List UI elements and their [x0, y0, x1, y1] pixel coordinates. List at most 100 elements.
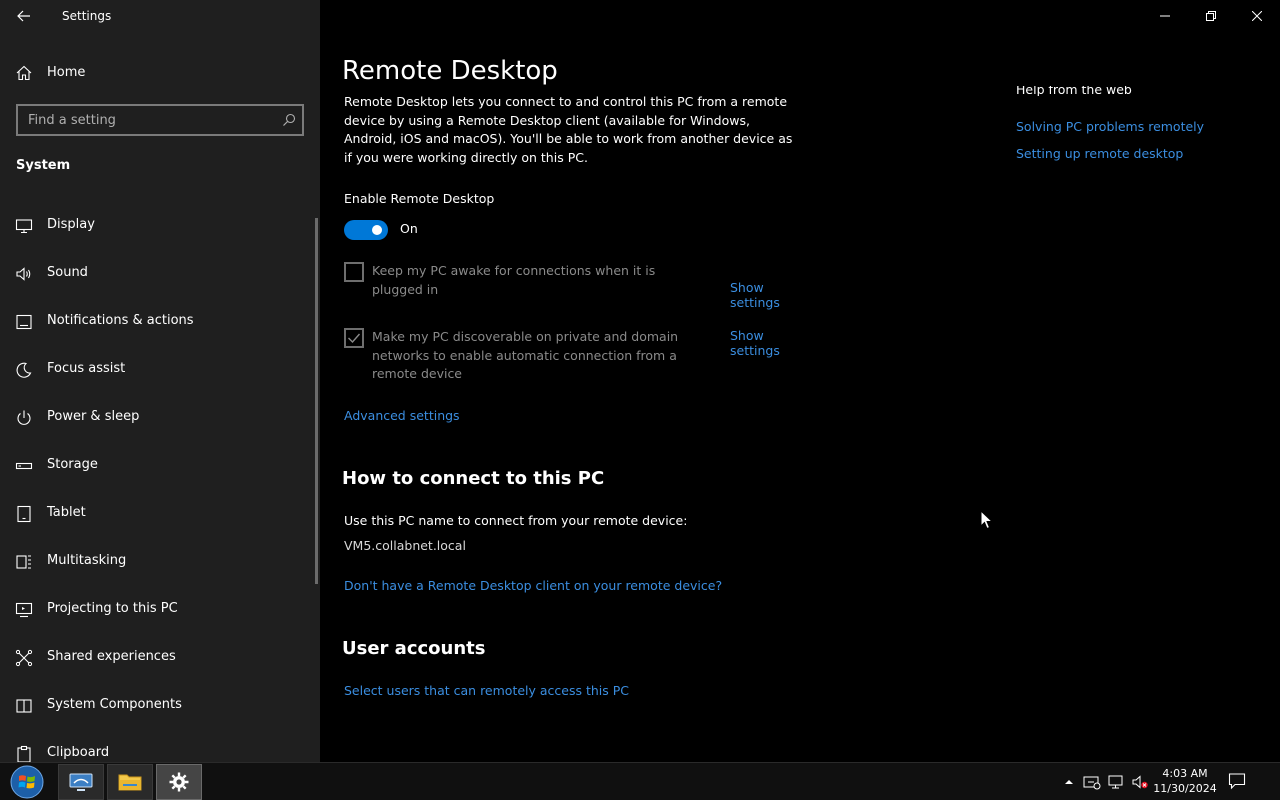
focus-assist-icon	[16, 362, 32, 378]
chevron-up-icon	[1065, 780, 1073, 784]
back-button[interactable]	[8, 0, 40, 32]
back-arrow-icon	[17, 10, 30, 22]
sidebar-item-label: Multitasking	[47, 553, 127, 568]
sound-icon	[16, 267, 31, 281]
sidebar-item-label: Focus assist	[47, 361, 126, 376]
close-icon	[1252, 11, 1262, 21]
help-title: Help from the web	[1016, 86, 1132, 96]
pc-name-value: VM5.collabnet.local	[344, 538, 466, 553]
taskbar-app-settings[interactable]	[156, 764, 202, 800]
select-users-link[interactable]: Select users that can remotely access th…	[344, 683, 629, 698]
sidebar-item-home[interactable]: Home	[0, 57, 320, 89]
storage-icon	[15, 462, 33, 470]
gear-icon	[169, 772, 189, 792]
title-bar: Settings	[0, 0, 320, 32]
defender-icon	[1083, 776, 1101, 790]
notifications-icon	[16, 314, 32, 330]
search-input[interactable]	[28, 111, 268, 129]
minimize-button[interactable]	[1142, 0, 1188, 32]
keep-awake-checkbox[interactable]	[344, 262, 364, 282]
minimize-icon	[1160, 15, 1170, 17]
sidebar-item-power-sleep[interactable]: Power & sleep	[0, 401, 316, 449]
action-center-icon[interactable]	[1228, 772, 1246, 790]
discoverable-option: Make my PC discoverable on private and d…	[344, 328, 804, 384]
checkmark-icon	[348, 333, 361, 344]
sidebar-item-tablet[interactable]: Tablet	[0, 497, 316, 545]
remote-desktop-app-icon	[69, 773, 93, 791]
projecting-icon	[15, 602, 33, 618]
help-title-text: Help from the web	[1016, 86, 1132, 96]
help-link-solving-problems[interactable]: Solving PC problems remotely	[1016, 119, 1204, 134]
sidebar-item-label: System Components	[47, 697, 182, 712]
folder-icon	[118, 774, 142, 791]
window-controls	[1142, 0, 1280, 32]
keep-awake-show-settings-link[interactable]: Show settings	[730, 280, 804, 310]
display-icon	[15, 219, 33, 234]
windows-logo-icon	[10, 765, 44, 799]
mouse-cursor-icon	[980, 510, 994, 530]
clock-time: 4:03 AM	[1162, 767, 1208, 780]
advanced-settings-link[interactable]: Advanced settings	[344, 408, 460, 423]
main-content: Remote Desktop Remote Desktop lets you c…	[320, 0, 1280, 762]
nav-list: Display Sound Notifications & actions Fo…	[0, 209, 316, 762]
no-client-link[interactable]: Don't have a Remote Desktop client on yo…	[344, 578, 722, 593]
sidebar-item-label: Projecting to this PC	[47, 601, 178, 616]
discoverable-checkbox[interactable]	[344, 328, 364, 348]
tablet-icon	[17, 505, 31, 523]
keep-awake-option: Keep my PC awake for connections when it…	[344, 262, 804, 310]
discoverable-label: Make my PC discoverable on private and d…	[372, 329, 679, 381]
page-title: Remote Desktop	[342, 56, 558, 86]
search-icon[interactable]	[282, 113, 296, 127]
section-title: System	[16, 158, 71, 173]
taskbar-app-remote-desktop[interactable]	[58, 764, 104, 800]
clipboard-icon	[17, 745, 31, 762]
window-title: Settings	[62, 9, 112, 23]
sidebar-item-system-components[interactable]: System Components	[0, 689, 316, 737]
sidebar-item-label: Tablet	[47, 505, 86, 520]
show-hidden-icons-button[interactable]	[1060, 773, 1078, 791]
use-pc-name-text: Use this PC name to connect from your re…	[344, 513, 688, 528]
taskbar: 4:03 AM 11/30/2024	[0, 762, 1280, 800]
home-icon	[16, 65, 32, 81]
tray-volume-icon[interactable]	[1131, 773, 1149, 791]
sidebar-item-shared-experiences[interactable]: Shared experiences	[0, 641, 316, 689]
sidebar-item-label: Storage	[47, 457, 98, 472]
taskbar-app-file-explorer[interactable]	[107, 764, 153, 800]
network-icon	[1108, 775, 1123, 789]
close-button[interactable]	[1234, 0, 1280, 32]
tray-security-icon[interactable]	[1083, 773, 1101, 791]
sidebar-scrollbar[interactable]	[315, 218, 318, 584]
sidebar-item-notifications[interactable]: Notifications & actions	[0, 305, 316, 353]
restore-button[interactable]	[1188, 0, 1234, 32]
help-link-setting-up[interactable]: Setting up remote desktop	[1016, 146, 1183, 161]
restore-icon	[1206, 11, 1216, 21]
sidebar-item-label: Shared experiences	[47, 649, 176, 664]
sidebar-item-label: Clipboard	[47, 745, 110, 760]
sidebar-item-clipboard[interactable]: Clipboard	[0, 737, 316, 762]
tray-network-icon[interactable]	[1107, 773, 1125, 791]
toggle-state-label: On	[400, 221, 418, 236]
enable-remote-desktop-label: Enable Remote Desktop	[344, 191, 495, 206]
power-icon	[17, 410, 31, 425]
sidebar-item-label: Home	[47, 65, 86, 80]
sidebar-item-storage[interactable]: Storage	[0, 449, 316, 497]
enable-remote-desktop-toggle[interactable]	[344, 220, 388, 240]
sidebar-item-multitasking[interactable]: Multitasking	[0, 545, 316, 593]
system-components-icon	[16, 699, 32, 713]
sidebar-item-projecting[interactable]: Projecting to this PC	[0, 593, 316, 641]
search-box[interactable]	[16, 104, 304, 136]
toggle-knob	[372, 225, 382, 235]
sidebar-item-label: Display	[47, 217, 95, 232]
sidebar-item-focus-assist[interactable]: Focus assist	[0, 353, 316, 401]
sidebar-item-label: Notifications & actions	[47, 313, 194, 328]
sidebar: Settings Home System Display Sound Notif…	[0, 0, 320, 762]
keep-awake-label: Keep my PC awake for connections when it…	[372, 263, 656, 297]
sidebar-item-label: Sound	[47, 265, 88, 280]
description-text: Remote Desktop lets you connect to and c…	[344, 94, 793, 165]
discoverable-show-settings-link[interactable]: Show settings	[730, 328, 804, 358]
taskbar-clock[interactable]: 4:03 AM 11/30/2024	[1150, 766, 1220, 796]
sidebar-item-display[interactable]: Display	[0, 209, 316, 257]
shared-experiences-icon	[15, 649, 33, 667]
start-button[interactable]	[6, 764, 48, 800]
sidebar-item-sound[interactable]: Sound	[0, 257, 316, 305]
